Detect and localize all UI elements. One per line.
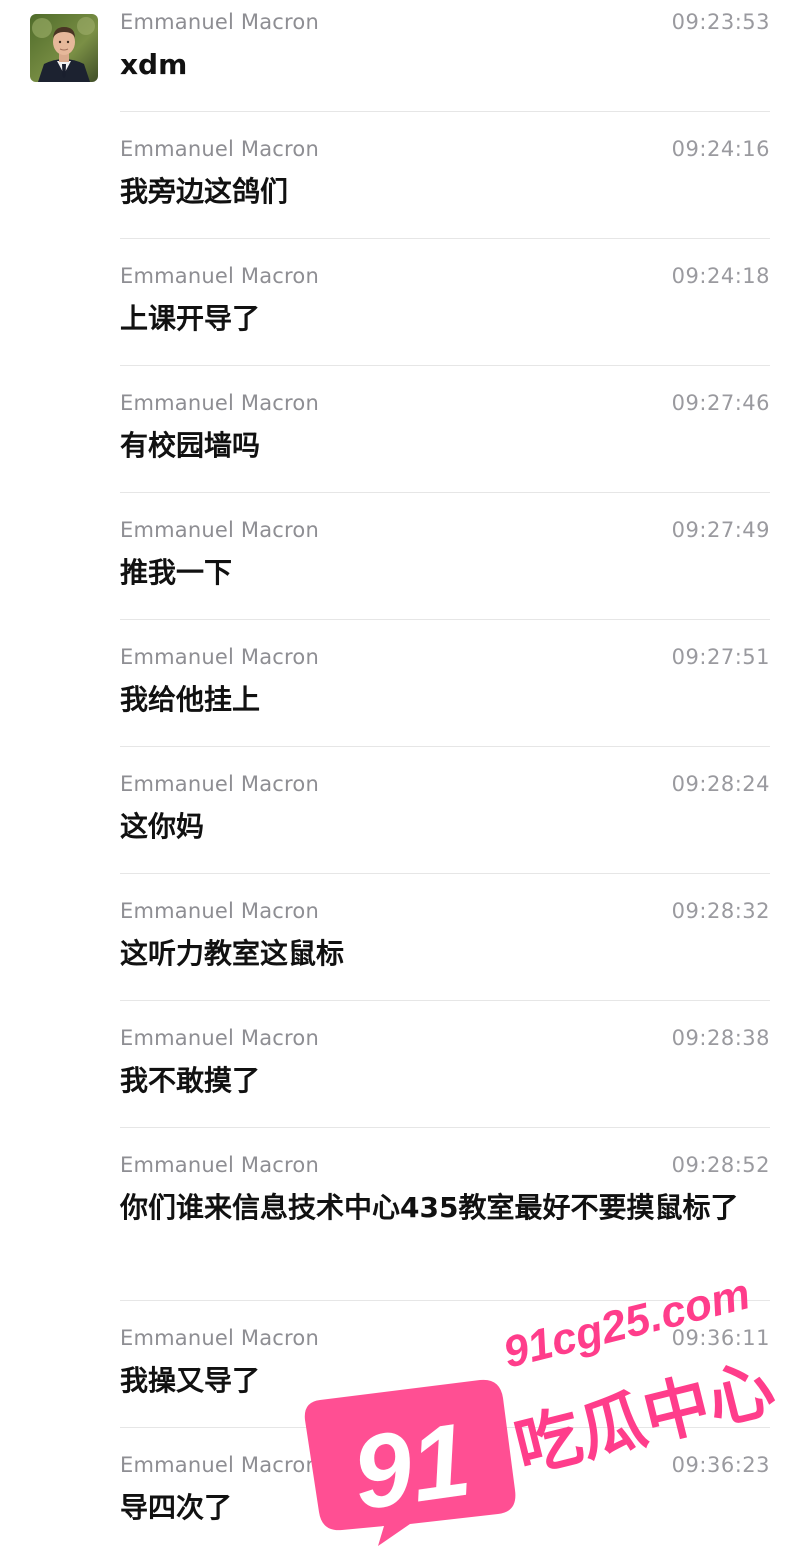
message-text: 我旁边这鸽们 (120, 175, 289, 208)
message-text: 你们谁来信息技术中心435教室最好不要摸鼠标了 (120, 1191, 739, 1224)
sender-name: Emmanuel Macron (120, 899, 319, 923)
message-divider (120, 1300, 770, 1301)
message-divider (120, 619, 770, 620)
sender-name: Emmanuel Macron (120, 391, 319, 415)
message-time: 09:28:52 (671, 1153, 770, 1177)
message-time: 09:27:46 (671, 391, 770, 415)
message-divider (120, 1127, 770, 1128)
sender-name: Emmanuel Macron (120, 1326, 319, 1350)
message-divider (120, 111, 770, 112)
sender-name: Emmanuel Macron (120, 518, 319, 542)
message-time: 09:24:16 (671, 137, 770, 161)
message-time: 09:23:53 (671, 10, 770, 34)
message-time: 09:27:49 (671, 518, 770, 542)
message-text: 我给他挂上 (120, 683, 261, 716)
sender-name: Emmanuel Macron (120, 1026, 319, 1050)
sender-name: Emmanuel Macron (120, 645, 319, 669)
message-text: 我不敢摸了 (120, 1064, 261, 1097)
message-time: 09:36:11 (671, 1326, 770, 1350)
sender-name: Emmanuel Macron (120, 137, 319, 161)
message-text: 这你妈 (120, 810, 205, 843)
message-text: 上课开导了 (120, 302, 261, 335)
message-time: 09:36:23 (671, 1453, 770, 1477)
message-divider (120, 873, 770, 874)
message-divider (120, 492, 770, 493)
message-divider (120, 1000, 770, 1001)
sender-name: Emmanuel Macron (120, 10, 319, 34)
sender-name: Emmanuel Macron (120, 772, 319, 796)
message-time: 09:27:51 (671, 645, 770, 669)
message-text: xdm (120, 48, 188, 81)
message-text: 有校园墙吗 (120, 429, 261, 462)
avatar-portrait (30, 14, 98, 82)
message-text: 导四次了 (120, 1491, 233, 1524)
message-time: 09:28:24 (671, 772, 770, 796)
sender-avatar[interactable] (30, 14, 98, 82)
sender-name: Emmanuel Macron (120, 264, 319, 288)
message-divider (120, 365, 770, 366)
message-divider (120, 238, 770, 239)
sender-name: Emmanuel Macron (120, 1153, 319, 1177)
message-divider (120, 746, 770, 747)
message-divider (120, 1427, 770, 1428)
sender-name: Emmanuel Macron (120, 1453, 319, 1477)
message-text: 我操又导了 (120, 1364, 261, 1397)
message-time: 09:28:38 (671, 1026, 770, 1050)
message-text: 这听力教室这鼠标 (120, 937, 345, 970)
message-time: 09:28:32 (671, 899, 770, 923)
message-text: 推我一下 (120, 556, 233, 589)
message-time: 09:24:18 (671, 264, 770, 288)
